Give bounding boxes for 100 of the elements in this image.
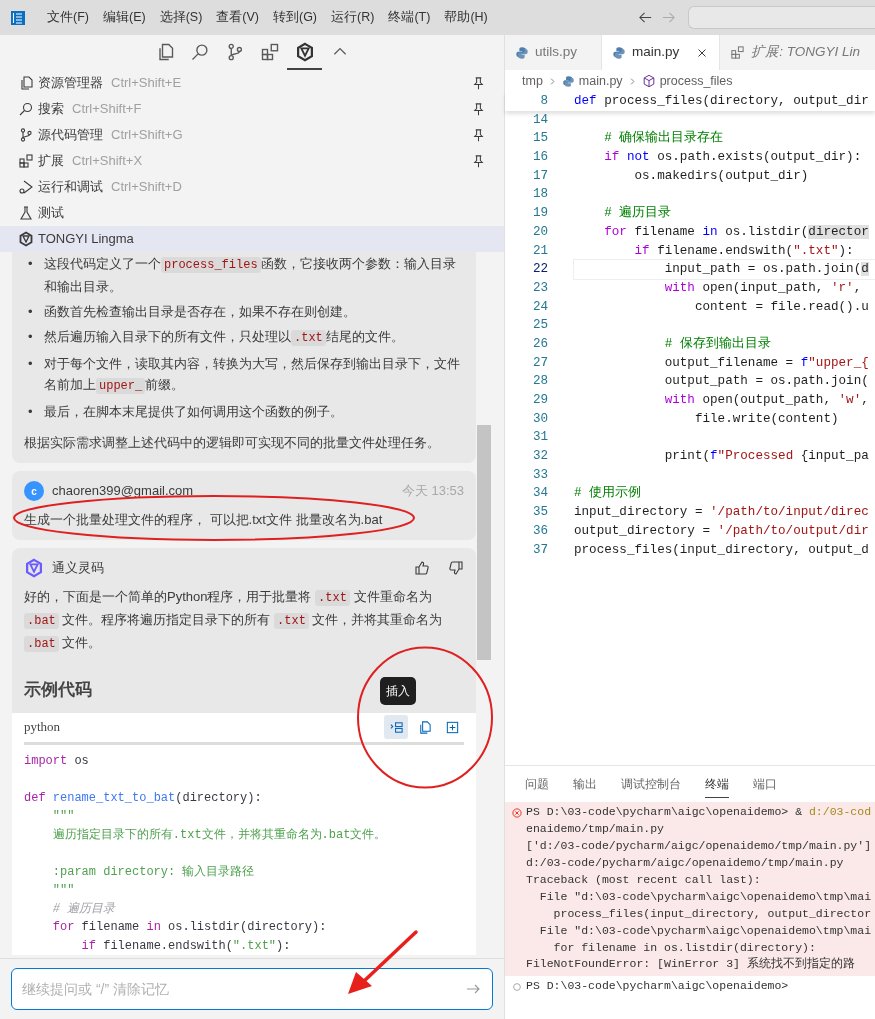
line-number: 37 bbox=[531, 541, 548, 559]
shortcut-hint: Ctrl+Shift+G bbox=[111, 126, 183, 145]
assistant-name: 通义灵码 bbox=[52, 559, 104, 578]
panel-tab[interactable]: 问题 bbox=[525, 770, 549, 799]
bullet: • bbox=[28, 255, 34, 273]
code-line: output_directory = '/path/to/output/dir bbox=[574, 522, 870, 540]
menu-item[interactable]: 转到(G) bbox=[266, 8, 325, 27]
line-number: 15 bbox=[531, 130, 548, 148]
line-number: 34 bbox=[531, 485, 548, 503]
search-icon bbox=[18, 101, 34, 117]
menu-item[interactable]: 终端(T) bbox=[381, 8, 438, 27]
editor-tab[interactable]: main.py bbox=[602, 35, 721, 70]
breadcrumb-item[interactable]: tmp bbox=[522, 71, 543, 91]
code-line: output_path = os.path.join( bbox=[663, 373, 870, 391]
app-logo-icon bbox=[10, 9, 26, 26]
insert-button[interactable] bbox=[384, 715, 408, 739]
code-line: for filename in os.listdir(directory): bbox=[51, 919, 328, 936]
panel-tab[interactable]: 调试控制台 bbox=[621, 770, 681, 799]
line-number: 16 bbox=[531, 149, 548, 167]
editor-tab[interactable]: 扩展: TONGYI Lin bbox=[720, 35, 875, 70]
terminal-line: Traceback (most recent call last): bbox=[526, 871, 762, 888]
view-item[interactable]: 扩展 Ctrl+Shift+X bbox=[0, 148, 504, 174]
pin-icon[interactable] bbox=[471, 153, 486, 169]
message-text: 生成一个批量处理文件的程序， 可以把.txt文件 批量改名为.bat bbox=[24, 511, 384, 529]
terminal-line: d:/03-code/pycharm/aigc/openaidemo/tmp/main.py bbox=[526, 854, 845, 871]
view-label: 源代码管理 bbox=[38, 126, 103, 145]
terminal-line: for filename in os.listdir(directory): bbox=[552, 939, 817, 956]
bullet: • bbox=[28, 328, 34, 346]
bullet: • bbox=[28, 403, 34, 421]
view-item[interactable]: 测试 bbox=[0, 200, 504, 226]
code-line: file.write(content) bbox=[693, 410, 840, 428]
code-line: print(f"Processed {input_pa bbox=[663, 448, 870, 466]
pin-icon[interactable] bbox=[471, 127, 486, 143]
code-line: # 保存到输出目录 bbox=[663, 335, 772, 353]
line-number: 31 bbox=[531, 429, 548, 447]
terminal-line: enaidemo/tmp/main.py bbox=[526, 821, 666, 838]
view-item[interactable]: 运行和调试 Ctrl+Shift+D bbox=[0, 174, 504, 200]
code-line: def process_files(directory, output_dir bbox=[574, 93, 870, 110]
code-line: if filename.endswith(".txt"): bbox=[80, 937, 292, 955]
code-line: """ bbox=[51, 808, 76, 825]
pin-icon[interactable] bbox=[471, 75, 486, 91]
menu-item[interactable]: 选择(S) bbox=[152, 8, 210, 27]
line-number: 36 bbox=[531, 522, 548, 540]
thumbs-up-icon[interactable] bbox=[414, 560, 430, 576]
list-item-text: 这段代码定义了一个 process_files 函数，它接收两个参数：输入目录和输出目录。 bbox=[44, 255, 457, 296]
line-number: 18 bbox=[531, 186, 548, 204]
terminal-line: process_files(input_directory, output_director bbox=[552, 905, 872, 922]
line-number: 22 bbox=[531, 261, 548, 279]
chat-input-field[interactable]: 继续提问或 “/” 清除记忆 bbox=[11, 968, 493, 1010]
code-line: if filename.endswith(".txt"): bbox=[633, 242, 855, 260]
panel-tab[interactable]: 端口 bbox=[753, 770, 777, 799]
branch-icon bbox=[18, 127, 34, 143]
code-line: # 遍历目录 bbox=[603, 204, 673, 223]
tooltip: 插入 bbox=[380, 677, 416, 705]
code-line: import os bbox=[24, 752, 90, 770]
view-label: 资源管理器 bbox=[38, 74, 103, 93]
view-item[interactable]: 搜索 Ctrl+Shift+F bbox=[0, 96, 504, 122]
panel-tab[interactable]: 终端 bbox=[705, 770, 729, 799]
view-label: 扩展 bbox=[38, 152, 64, 171]
menu-item[interactable]: 查看(V) bbox=[209, 8, 266, 27]
flask-icon bbox=[18, 205, 34, 221]
code-line: def rename_txt_to_bat(directory): bbox=[24, 789, 263, 807]
code-line: # 确保输出目录存在 bbox=[603, 129, 725, 148]
pin-icon[interactable] bbox=[471, 101, 486, 117]
terminal-line: FileNotFoundError: [WinError 3] 系统找不到指定的路 bbox=[526, 956, 856, 973]
shortcut-hint: Ctrl+Shift+E bbox=[111, 74, 182, 93]
cube-icon bbox=[641, 74, 656, 88]
code-line: os.makedirs(output_dir) bbox=[633, 167, 810, 185]
terminal-line: PS D:\03-code\pycharm\aigc\openaidemo> bbox=[526, 978, 789, 995]
scrollbar-thumb[interactable] bbox=[477, 425, 491, 660]
shortcut-hint: Ctrl+Shift+X bbox=[72, 152, 143, 171]
view-label: 测试 bbox=[38, 204, 64, 223]
menu-item[interactable]: 编辑(E) bbox=[95, 8, 153, 27]
menu-item[interactable]: 文件(F) bbox=[40, 8, 96, 27]
view-item[interactable]: TONGYI Lingma bbox=[0, 226, 504, 252]
view-item[interactable]: 源代码管理 Ctrl+Shift+G bbox=[0, 122, 504, 148]
code-line: content = file.read().u bbox=[693, 298, 870, 316]
plus-box-icon bbox=[444, 719, 460, 735]
thumbs-down-icon[interactable] bbox=[448, 560, 464, 576]
panel-tab[interactable]: 输出 bbox=[573, 770, 597, 799]
terminal-line: ['d:/03-code/pycharm/aigc/openaidemo/tmp/main.py'] bbox=[526, 838, 872, 855]
extensions-icon[interactable] bbox=[259, 41, 280, 62]
line-number: 24 bbox=[531, 298, 548, 316]
line-number: 29 bbox=[531, 392, 548, 409]
line-number: 27 bbox=[531, 354, 548, 372]
code-language: python bbox=[24, 718, 61, 737]
code-line: # 使用示例 bbox=[574, 485, 643, 503]
menu-item[interactable]: 运行(R) bbox=[324, 8, 382, 27]
menu-item[interactable]: 帮助(H) bbox=[437, 8, 495, 27]
back-arrow-icon[interactable] bbox=[638, 10, 653, 25]
breadcrumb-item[interactable]: main.py bbox=[578, 71, 623, 91]
breadcrumb-item[interactable]: process_files bbox=[659, 71, 733, 91]
line-number: 32 bbox=[531, 448, 548, 466]
view-item[interactable]: 资源管理器 Ctrl+Shift+E bbox=[0, 70, 504, 96]
code-line: process_files(input_directory, output_d bbox=[574, 541, 870, 559]
code-line: input_path = os.path.join(d bbox=[574, 260, 875, 279]
annotation-arrow bbox=[348, 930, 418, 994]
line-number: 14 bbox=[531, 111, 548, 129]
line-number: 28 bbox=[531, 373, 548, 391]
avatar: c bbox=[24, 481, 44, 501]
